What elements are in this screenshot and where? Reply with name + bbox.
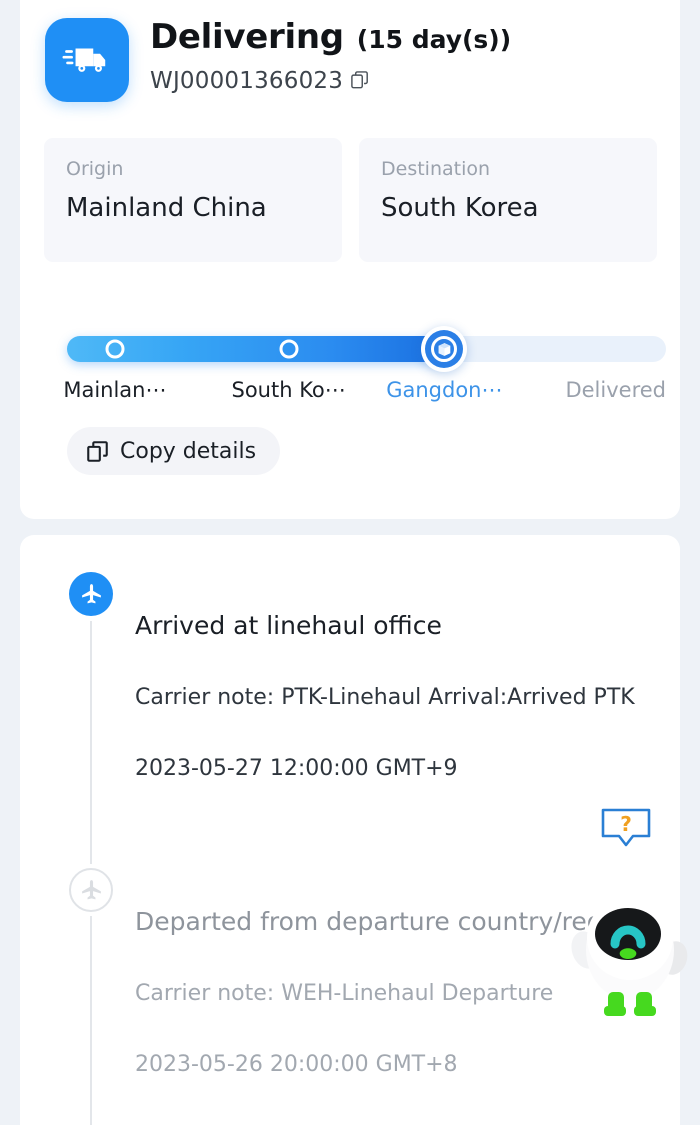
shipment-progress-stepper[interactable]: Mainlan⋯ South Ko⋯ Gangdon⋯ Delivered: [63, 326, 666, 408]
timeline-event-time: 2023-05-27 12:00:00 GMT+9: [135, 755, 458, 781]
tracking-number: WJ00001366023: [150, 67, 344, 94]
progress-label-4: Delivered: [565, 378, 666, 402]
timeline-event[interactable]: Arrived at linehaul office Carrier note:…: [20, 572, 680, 822]
copy-details-button[interactable]: Copy details: [67, 427, 281, 475]
origin-card: Origin Mainland China: [44, 138, 342, 262]
progress-step-labels: Mainlan⋯ South Ko⋯ Gangdon⋯ Delivered: [63, 378, 666, 408]
robot-mascot-icon[interactable]: [570, 888, 690, 1018]
copy-details-label: Copy details: [120, 438, 257, 464]
origin-value: Mainland China: [66, 193, 267, 223]
copy-icon[interactable]: [351, 71, 369, 90]
progress-label-3: Gangdon⋯: [386, 378, 503, 402]
help-assistant-widget[interactable]: ?: [560, 808, 690, 1018]
shipment-status-card: Delivering (15 day(s)) WJ00001366023 Ori…: [20, 0, 680, 519]
package-box-icon: [438, 342, 451, 356]
timeline-marker: [69, 868, 113, 913]
tracking-page: Delivering (15 day(s)) WJ00001366023 Ori…: [0, 0, 700, 1125]
page-title: Delivering: [150, 17, 344, 57]
timeline-event-title: Arrived at linehaul office: [135, 611, 442, 640]
transit-days-badge: (15 day(s)): [356, 25, 512, 54]
progress-label-2: South Ko⋯: [231, 378, 346, 402]
copy-icon: [87, 440, 108, 462]
destination-card: Destination South Korea: [359, 138, 657, 262]
timeline-event-time: 2023-05-26 20:00:00 GMT+8: [135, 1052, 458, 1078]
destination-label: Destination: [381, 158, 491, 180]
progress-node-1[interactable]: [105, 339, 125, 359]
progress-label-1: Mainlan⋯: [63, 378, 167, 402]
tracking-number-row[interactable]: WJ00001366023: [150, 68, 670, 94]
timeline-marker: [69, 572, 113, 616]
origin-label: Origin: [66, 158, 124, 180]
progress-node-2[interactable]: [279, 339, 299, 359]
plane-icon-muted: [69, 868, 113, 913]
progress-track: [67, 326, 666, 372]
shipment-header-text: Delivering (15 day(s)) WJ00001366023: [150, 17, 670, 94]
route-summary: Origin Mainland China Destination South …: [44, 138, 657, 262]
timeline-event-body: Arrived at linehaul office Carrier note:…: [135, 572, 680, 822]
destination-value: South Korea: [381, 193, 539, 223]
svg-text:?: ?: [620, 812, 632, 836]
delivery-truck-icon: [45, 18, 129, 102]
question-mark-bubble-icon[interactable]: ?: [600, 808, 652, 852]
timeline-event-note: Carrier note: PTK-Linehaul Arrival:Arriv…: [135, 684, 635, 710]
progress-node-current[interactable]: [421, 326, 468, 372]
plane-icon-active: [69, 572, 113, 616]
